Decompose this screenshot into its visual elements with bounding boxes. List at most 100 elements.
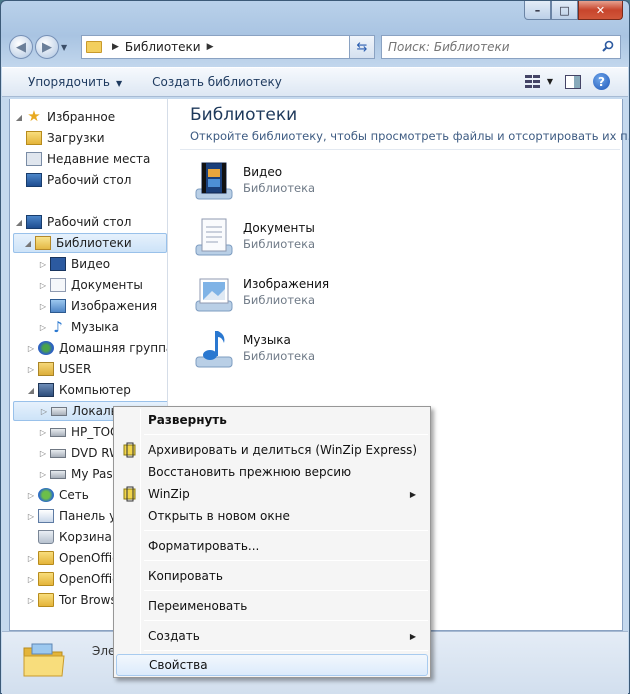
music-library-icon — [195, 331, 233, 368]
tree-item-dvd[interactable]: ▷ DVD RW — [38, 443, 121, 463]
tree-label: Загрузки — [47, 131, 105, 145]
library-type: Библиотека — [243, 181, 316, 195]
tree-item-tor-browser[interactable]: ▷ Tor Brows — [26, 590, 117, 610]
network-icon — [38, 488, 54, 502]
help-icon[interactable]: ? — [593, 73, 610, 90]
collapsed-arrow-icon[interactable]: ▷ — [26, 491, 36, 500]
address-bar[interactable]: ▶ Библиотеки ▶ — [81, 35, 351, 59]
tree-item-images[interactable]: ▷ Изображения — [38, 296, 157, 316]
computer-icon — [38, 383, 54, 397]
library-item-documents[interactable]: Документы Библиотека — [190, 213, 490, 265]
desktop-icon — [26, 215, 42, 229]
close-button[interactable]: ✕ — [578, 1, 623, 20]
tree-item-documents[interactable]: ▷ Документы — [38, 275, 143, 295]
tree-item-network[interactable]: ▷ Сеть — [26, 485, 89, 505]
desktop-icon — [26, 173, 42, 187]
collapsed-arrow-icon[interactable]: ▷ — [38, 470, 48, 479]
library-item-images[interactable]: Изображения Библиотека — [190, 269, 490, 321]
menu-separator — [144, 650, 428, 651]
collapsed-arrow-icon[interactable]: ▷ — [26, 554, 36, 563]
collapsed-arrow-icon[interactable]: ▷ — [38, 449, 48, 458]
external-drive-icon — [50, 469, 66, 479]
chevron-right-icon[interactable]: ▶ — [207, 42, 214, 52]
page-title: Библиотеки — [190, 105, 298, 125]
tree-item-control-panel[interactable]: ▷ Панель у — [26, 506, 116, 526]
tree-item-libraries[interactable]: ◢ Библиотеки — [13, 233, 167, 253]
windows-drive-icon — [51, 406, 67, 416]
tree-item-computer[interactable]: ◢ Компьютер — [26, 380, 131, 400]
caption-buttons: – □ ✕ — [524, 1, 623, 20]
search-box[interactable] — [381, 35, 621, 59]
tree-item-music[interactable]: ▷ ♪ Музыка — [38, 317, 119, 337]
menu-item-copy[interactable]: Копировать — [116, 565, 428, 587]
library-name: Документы — [243, 221, 315, 235]
address-path[interactable]: Библиотеки — [125, 40, 201, 54]
toolbar-right: ▼ ? — [513, 73, 610, 90]
collapsed-arrow-icon[interactable]: ▷ — [38, 323, 48, 332]
menu-item-open-new-window[interactable]: Открыть в новом окне — [116, 505, 428, 527]
menu-item-format[interactable]: Форматировать... — [116, 535, 428, 557]
collapsed-arrow-icon[interactable]: ▷ — [26, 344, 36, 353]
menu-item-winzip[interactable]: WinZip ▶ — [116, 483, 428, 505]
menu-item-restore[interactable]: Восстановить прежнюю версию — [116, 461, 428, 483]
maximize-button[interactable]: □ — [551, 1, 578, 20]
tree-item-desktop[interactable]: ◢ Рабочий стол — [14, 212, 131, 232]
search-input[interactable] — [388, 40, 588, 54]
tree-item-video[interactable]: ▷ Видео — [38, 254, 110, 274]
menu-item-expand[interactable]: Развернуть — [116, 409, 428, 431]
collapsed-arrow-icon[interactable]: ▷ — [26, 365, 36, 374]
tree-label: Недавние места — [47, 152, 151, 166]
menu-item-properties[interactable]: Свойства — [116, 654, 428, 676]
tree-item-homegroup[interactable]: ▷ Домашняя группа — [26, 338, 167, 358]
tree-item-favorites[interactable]: ◢ ★ Избранное — [14, 107, 115, 127]
tree-item-trash[interactable]: Корзина — [38, 527, 112, 547]
back-button[interactable]: ◀ — [9, 35, 33, 59]
library-item-music[interactable]: Музыка Библиотека — [190, 325, 490, 377]
expand-arrow-icon[interactable]: ◢ — [14, 113, 24, 122]
collapsed-arrow-icon[interactable]: ▷ — [38, 302, 48, 311]
explorer-window: – □ ✕ ◀ ▶ ▼ ▶ Библиотеки ▶ ⇆ Упорядочить… — [0, 0, 630, 694]
tree-label: Рабочий стол — [47, 215, 132, 229]
collapsed-arrow-icon[interactable]: ▷ — [26, 575, 36, 584]
minimize-button[interactable]: – — [524, 1, 551, 20]
organize-label: Упорядочить — [28, 75, 110, 89]
organize-button[interactable]: Упорядочить ▼ — [28, 75, 122, 89]
tree-item-desktop-fav[interactable]: Рабочий стол — [26, 170, 131, 190]
tree-label: Изображения — [71, 299, 158, 313]
recent-pages-dropdown[interactable]: ▼ — [61, 43, 73, 52]
menu-item-winzip-express[interactable]: Архивировать и делиться (WinZip Express) — [116, 439, 428, 461]
collapsed-arrow-icon[interactable]: ▷ — [26, 512, 36, 521]
tree-item-hp-tools[interactable]: ▷ HP_TOO — [38, 422, 120, 442]
tree-item-openoffice-2[interactable]: ▷ OpenOffic — [26, 569, 119, 589]
tree-label: Локаль — [72, 404, 118, 418]
refresh-button[interactable]: ⇆ — [349, 35, 375, 59]
tree-item-openoffice-1[interactable]: ▷ OpenOffic — [26, 548, 119, 568]
folder-icon — [38, 593, 54, 607]
library-item-video[interactable]: Видео Библиотека — [190, 157, 490, 209]
search-icon[interactable] — [602, 40, 614, 52]
collapsed-arrow-icon[interactable]: ▷ — [39, 407, 49, 416]
menu-item-create[interactable]: Создать ▶ — [116, 625, 428, 647]
expand-arrow-icon[interactable]: ◢ — [14, 218, 24, 227]
tree-item-recent[interactable]: Недавние места — [26, 149, 150, 169]
collapsed-arrow-icon[interactable]: ▷ — [38, 260, 48, 269]
menu-item-rename[interactable]: Переименовать — [116, 595, 428, 617]
menu-separator — [144, 434, 428, 435]
collapsed-arrow-icon[interactable]: ▷ — [38, 428, 48, 437]
change-view-icon[interactable] — [524, 74, 541, 89]
forward-button[interactable]: ▶ — [35, 35, 59, 59]
preview-pane-icon[interactable] — [565, 74, 581, 89]
tree-item-user[interactable]: ▷ USER — [26, 359, 91, 379]
create-library-button[interactable]: Создать библиотеку — [152, 75, 282, 89]
expand-arrow-icon[interactable]: ◢ — [23, 239, 33, 248]
chevron-right-icon: ▶ — [112, 42, 119, 52]
collapsed-arrow-icon[interactable]: ▷ — [26, 596, 36, 605]
expand-arrow-icon[interactable]: ◢ — [26, 386, 36, 395]
libraries-icon — [35, 236, 51, 250]
drive-icon — [50, 427, 66, 437]
view-dropdown-icon[interactable]: ▼ — [547, 77, 553, 86]
tree-item-my-passport[interactable]: ▷ My Pass — [38, 464, 119, 484]
tree-label: Видео — [71, 257, 111, 271]
collapsed-arrow-icon[interactable]: ▷ — [38, 281, 48, 290]
tree-item-downloads[interactable]: Загрузки — [26, 128, 105, 148]
